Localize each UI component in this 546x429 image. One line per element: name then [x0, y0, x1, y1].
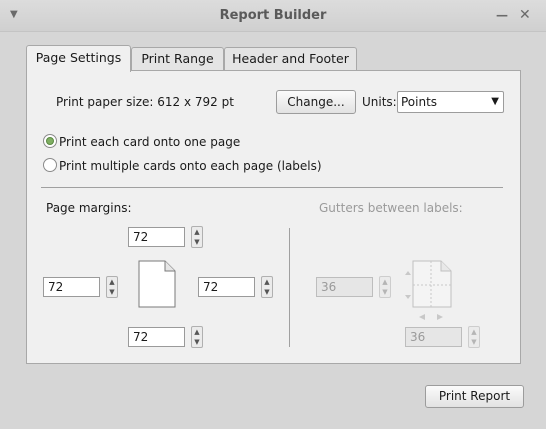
units-value: Points: [401, 95, 438, 109]
gutter-vertical-field: 36: [405, 327, 462, 347]
tab-page-settings[interactable]: Page Settings: [26, 45, 131, 72]
tab-print-range[interactable]: Print Range: [131, 47, 224, 71]
gutter-horizontal-field: 36: [316, 277, 373, 297]
option-multiple-label[interactable]: Print multiple cards onto each page (lab…: [59, 159, 322, 173]
change-paper-button[interactable]: Change...: [276, 90, 356, 114]
chevron-down-icon: ▼: [491, 96, 499, 107]
margin-right-field[interactable]: 72: [198, 277, 255, 297]
gutter-labels-icon: [405, 260, 452, 320]
margin-bottom-stepper[interactable]: ▲ ▼: [191, 326, 203, 348]
margin-left-stepper[interactable]: ▲ ▼: [106, 276, 118, 298]
tab-header-footer[interactable]: Header and Footer: [224, 47, 357, 71]
margins-heading: Page margins:: [46, 201, 132, 215]
gutters-heading: Gutters between labels:: [319, 201, 463, 215]
radio-one-page[interactable]: [43, 134, 57, 148]
minimize-icon[interactable]: —: [496, 7, 508, 23]
option-one-page-label[interactable]: Print each card onto one page: [59, 135, 240, 149]
page-settings-panel: Print paper size: 612 x 792 pt Change...…: [26, 70, 521, 364]
gutter-horizontal-stepper: ▲ ▼: [379, 276, 391, 298]
print-report-button[interactable]: Print Report: [425, 385, 524, 408]
margin-left-field[interactable]: 72: [43, 277, 100, 297]
radio-multiple-cards[interactable]: [43, 158, 57, 172]
vertical-divider: [289, 228, 290, 347]
margin-right-stepper[interactable]: ▲ ▼: [261, 276, 273, 298]
title-bar: ▼ Report Builder — ✕: [0, 0, 546, 32]
margin-top-field[interactable]: 72: [128, 227, 185, 247]
gutter-vertical-stepper: ▲ ▼: [468, 326, 480, 348]
divider: [41, 187, 503, 188]
paper-size-label: Print paper size: 612 x 792 pt: [56, 95, 234, 109]
close-icon[interactable]: ✕: [519, 7, 531, 23]
window-title: Report Builder: [219, 8, 327, 23]
margin-top-stepper[interactable]: ▲ ▼: [191, 226, 203, 248]
units-label: Units:: [362, 95, 397, 109]
margin-bottom-field[interactable]: 72: [128, 327, 185, 347]
page-icon: [138, 260, 176, 308]
units-select[interactable]: Points ▼: [397, 91, 504, 113]
